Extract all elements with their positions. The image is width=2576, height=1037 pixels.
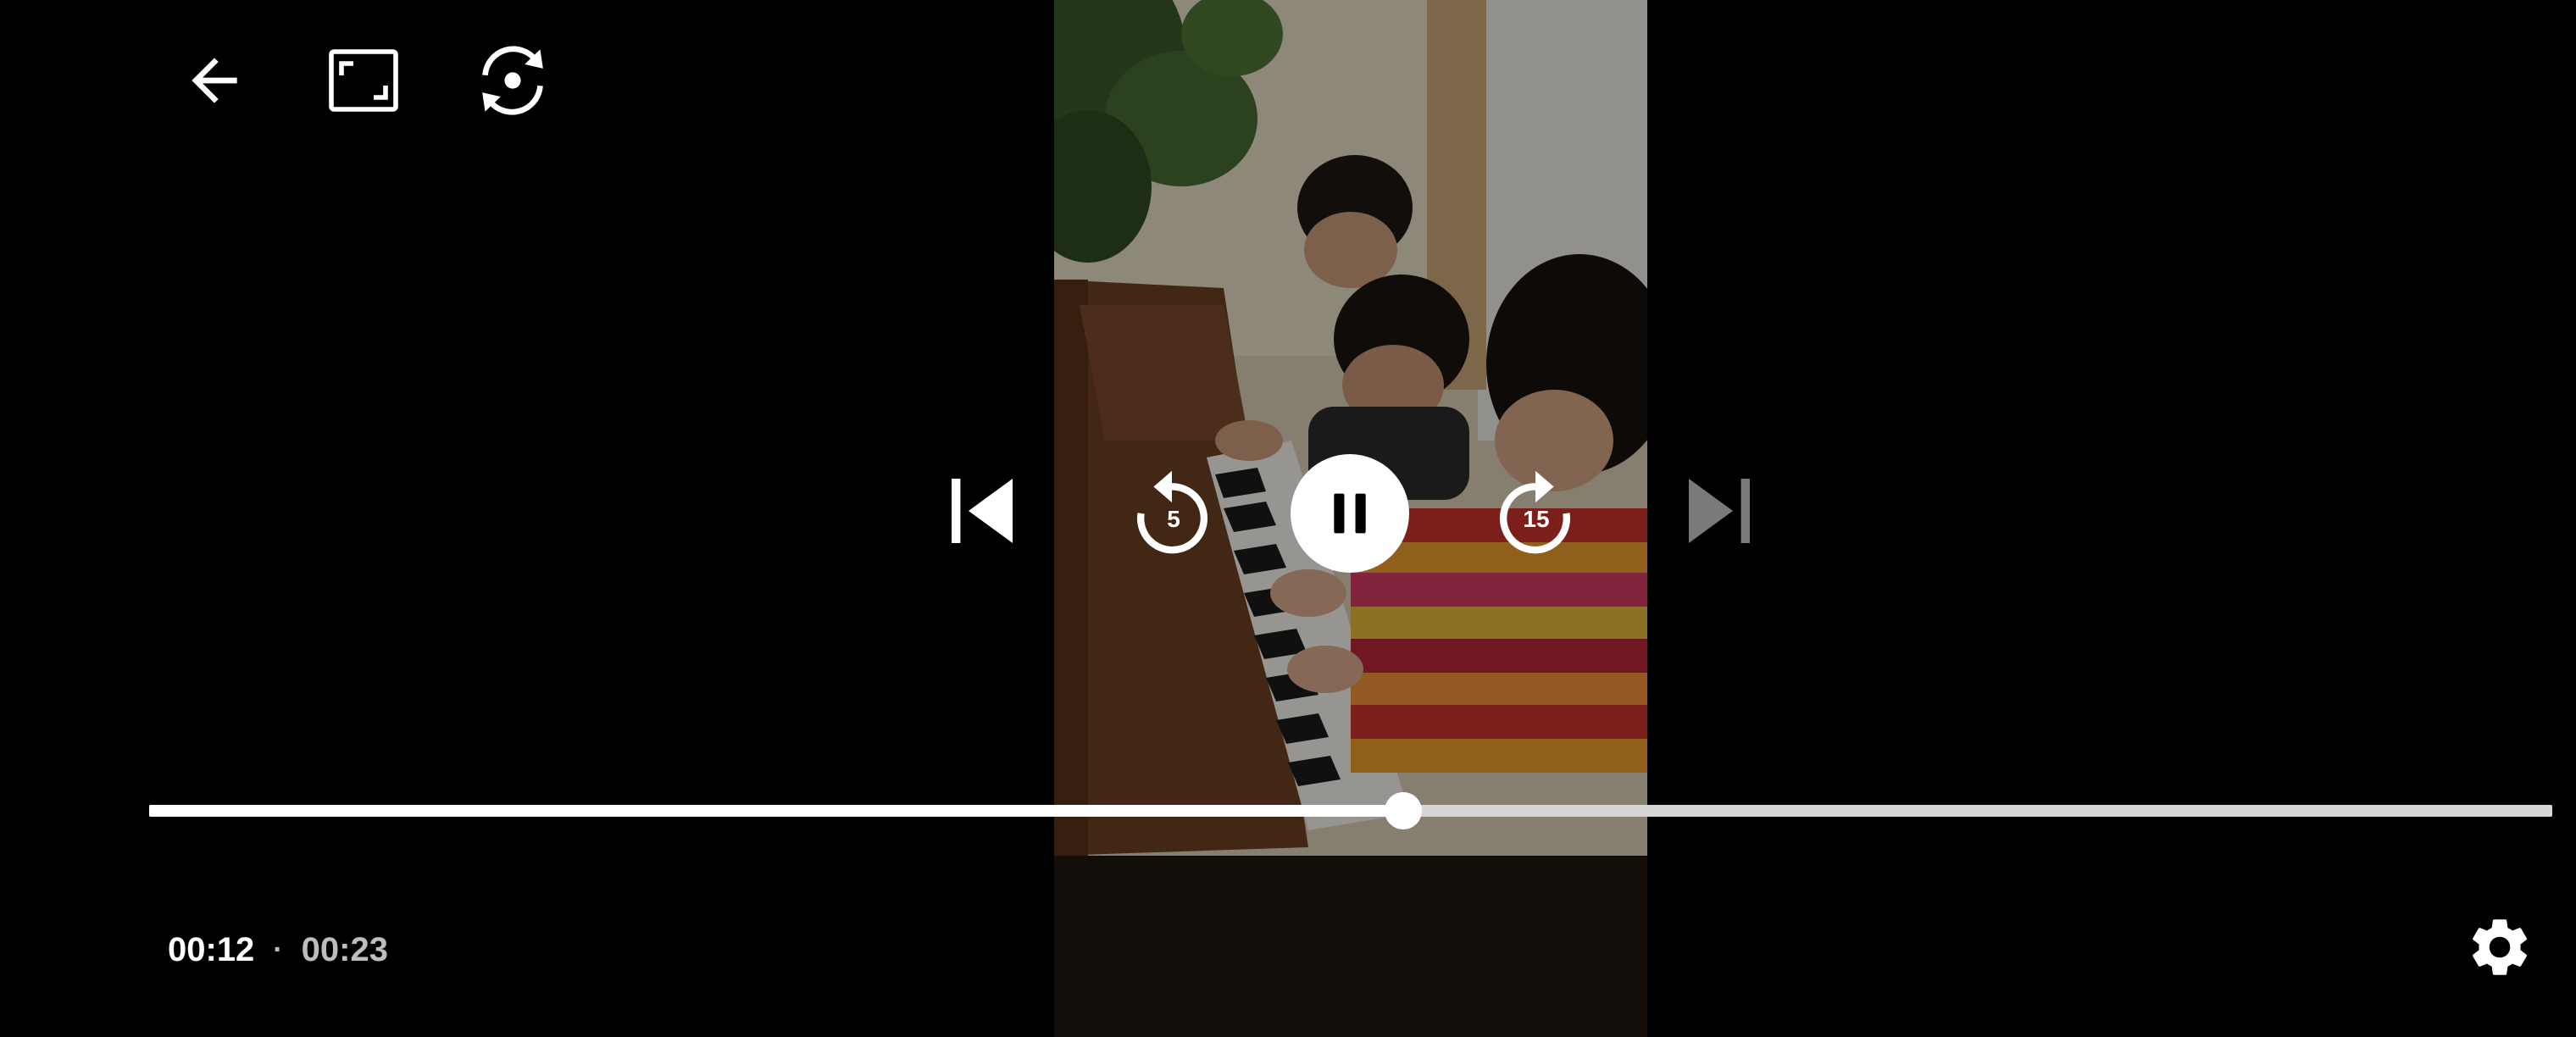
- pause-button[interactable]: [1291, 454, 1409, 573]
- aspect-ratio-button[interactable]: [317, 34, 410, 127]
- settings-button[interactable]: [2457, 905, 2542, 990]
- screen-rotate-icon: [482, 46, 543, 115]
- progress-fill: [149, 805, 1404, 817]
- skip-next-icon: [1689, 479, 1750, 543]
- arrow-left-icon: [192, 58, 237, 103]
- total-time: 00:23: [301, 930, 388, 968]
- back-button[interactable]: [168, 34, 261, 127]
- skip-previous-icon: [952, 479, 1013, 543]
- aspect-ratio-icon: [329, 49, 398, 112]
- time-display: 00:12 · 00:23: [168, 929, 388, 971]
- forward-seconds-label: 15: [1523, 506, 1550, 532]
- time-separator: ·: [273, 933, 283, 966]
- screen-rotate-button[interactable]: [466, 34, 559, 127]
- skip-previous-button[interactable]: [935, 464, 1029, 557]
- progress-bar[interactable]: [149, 792, 2552, 829]
- video-bottom-shade: [1054, 856, 1647, 1037]
- rewind-button[interactable]: 5: [1117, 456, 1227, 566]
- current-time: 00:12: [168, 930, 255, 968]
- gear-icon: [2473, 919, 2527, 975]
- video-player-screen[interactable]: 5 15 00:12 · 00:23: [0, 0, 2576, 1037]
- skip-next-button[interactable]: [1673, 464, 1766, 557]
- pause-icon: [1334, 493, 1366, 534]
- rewind-seconds-label: 5: [1167, 506, 1180, 532]
- forward-button[interactable]: 15: [1480, 456, 1591, 566]
